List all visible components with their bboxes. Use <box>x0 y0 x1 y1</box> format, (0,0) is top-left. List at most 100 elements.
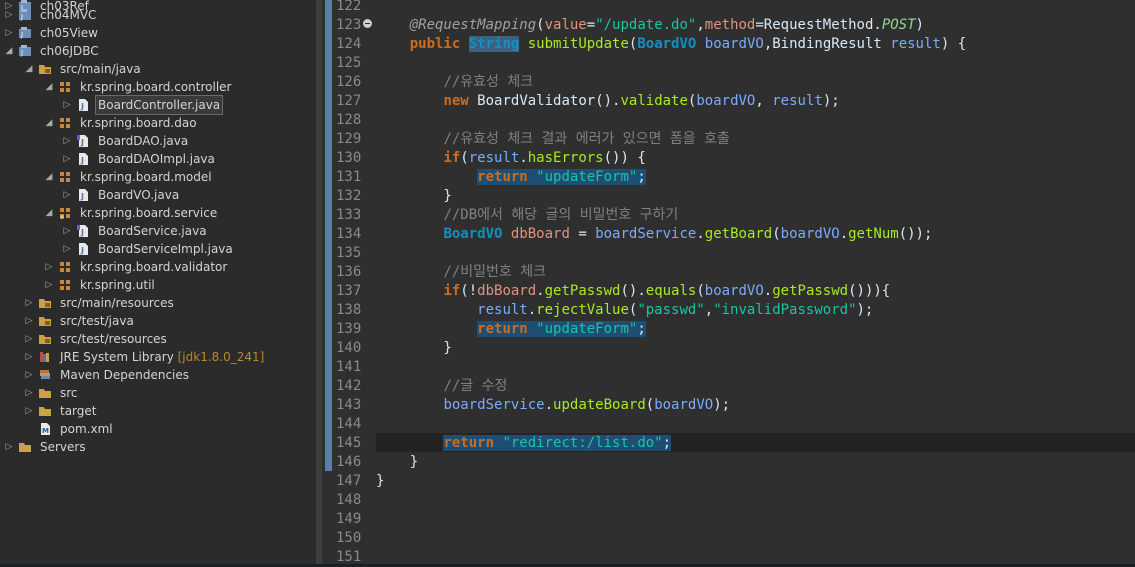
tree-item[interactable]: ◢ kr.spring.board.dao <box>0 114 316 132</box>
source-folder-icon <box>38 332 52 346</box>
collapsed-twistie-icon[interactable]: ▷ <box>62 132 72 150</box>
code-token: } <box>376 340 452 356</box>
collapsed-twistie-icon[interactable]: ▷ <box>24 366 34 384</box>
tree-item[interactable]: ▷ src/main/resources <box>0 294 316 312</box>
collapsed-twistie-icon[interactable]: ▷ <box>24 312 34 330</box>
tree-item-label: kr.spring.board.model <box>80 170 212 184</box>
tree-item[interactable]: ▷ kr.spring.util <box>0 276 316 294</box>
code-token: ())){ <box>848 283 891 299</box>
code-line[interactable]: new BoardValidator().validate(boardVO, r… <box>376 92 839 111</box>
code-line[interactable]: //글 수정 <box>376 377 507 396</box>
collapsed-twistie-icon[interactable]: ▷ <box>62 186 72 204</box>
java-interface-file-icon: J <box>76 134 90 148</box>
code-area[interactable]: @RequestMapping(value="/update.do",metho… <box>376 0 1135 564</box>
java-editor[interactable]: 122 123 124 125 126 127 128 129 130 131 132 133 134 1… <box>322 0 1135 565</box>
collapsed-twistie-icon[interactable]: ▷ <box>62 150 72 168</box>
line-number: 136 <box>336 264 362 280</box>
code-token: boardVO <box>654 397 714 413</box>
tree-item[interactable]: ◢ kr.spring.board.controller <box>0 78 316 96</box>
project-explorer[interactable]: ▷ Jch03Ref ▷ Jch04MVC ▷ Jch05View ◢ Jch06JDBC ◢ s… <box>0 0 316 564</box>
code-line[interactable]: boardService.updateBoard(boardVO); <box>376 396 730 415</box>
collapsed-twistie-icon[interactable]: ▷ <box>24 402 34 420</box>
code-token: , <box>696 17 705 33</box>
code-token: . <box>839 226 849 242</box>
code-line[interactable]: if(!dbBoard.getPasswd().equals(boardVO.g… <box>376 282 890 301</box>
expanded-twistie-icon[interactable]: ◢ <box>44 114 54 132</box>
collapsed-twistie-icon[interactable]: ▷ <box>62 222 72 240</box>
tree-item[interactable]: ▷ Jch04MVC <box>0 6 316 24</box>
code-line[interactable]: public String submitUpdate(BoardVO board… <box>376 35 966 54</box>
expanded-twistie-icon[interactable]: ◢ <box>44 204 54 222</box>
code-token: ; <box>637 169 646 185</box>
code-line[interactable]: //비밀번호 체크 <box>376 263 546 282</box>
collapsed-twistie-icon[interactable]: ▷ <box>62 240 72 258</box>
tree-item[interactable]: ▷ J BoardServiceImpl.java <box>0 240 316 258</box>
tree-item[interactable]: ▷ J BoardController.java <box>0 95 316 115</box>
code-line[interactable]: return "redirect:/list.do"; <box>376 434 672 453</box>
tree-item[interactable]: ▷ Maven Dependencies <box>0 366 316 384</box>
tree-item[interactable]: ◢ Jch06JDBC <box>0 42 316 60</box>
code-line[interactable]: @RequestMapping(value="/update.do",metho… <box>376 16 924 35</box>
tree-item[interactable]: ▷ Jch05View <box>0 24 316 42</box>
tree-item[interactable]: ▷ src <box>0 384 316 402</box>
tree-item[interactable]: ▷ J BoardService.java <box>0 222 316 240</box>
expanded-twistie-icon[interactable]: ◢ <box>24 60 34 78</box>
code-line[interactable]: } <box>376 453 418 472</box>
code-line[interactable]: return "updateForm"; <box>376 168 646 187</box>
tree-item[interactable]: ▷ J BoardDAO.java <box>0 132 316 150</box>
collapsed-twistie-icon[interactable]: ▷ <box>24 384 34 402</box>
collapsed-twistie-icon[interactable]: ▷ <box>62 96 72 114</box>
collapsed-twistie-icon[interactable]: ▷ <box>4 6 14 24</box>
code-line[interactable]: //유효성 체크 <box>376 73 533 92</box>
collapsed-twistie-icon[interactable]: ▷ <box>4 24 14 42</box>
code-line[interactable]: if(result.hasErrors()) { <box>376 149 645 168</box>
code-token: (! <box>460 283 478 299</box>
expanded-twistie-icon[interactable]: ◢ <box>44 168 54 186</box>
expanded-twistie-icon[interactable]: ◢ <box>44 78 54 96</box>
code-token: boardVO <box>704 283 764 299</box>
tree-item[interactable]: Mpom.xml <box>0 420 316 438</box>
line-number: 141 <box>336 359 362 375</box>
collapsed-twistie-icon[interactable]: ▷ <box>4 438 14 456</box>
tree-item[interactable]: ◢ kr.spring.board.model <box>0 168 316 186</box>
code-line[interactable]: BoardVO dbBoard = boardService.getBoard(… <box>376 225 932 244</box>
code-line[interactable]: //유효성 체크 결과 에러가 있으면 폼을 호출 <box>376 130 729 149</box>
tree-item[interactable]: ◢ src/main/java <box>0 60 316 78</box>
collapsed-twistie-icon[interactable]: ▷ <box>44 258 54 276</box>
tree-item[interactable]: ▷ src/test/resources <box>0 330 316 348</box>
collapsed-twistie-icon[interactable]: ▷ <box>44 276 54 294</box>
tree-item[interactable]: ▷ src/test/java <box>0 312 316 330</box>
code-line[interactable]: //DB에서 해당 글의 비밀번호 구하기 <box>376 206 678 225</box>
code-token: getPasswd <box>772 283 849 299</box>
line-number: 139 <box>336 321 362 337</box>
code-line[interactable]: result.rejectValue("passwd","invalidPass… <box>376 301 873 320</box>
code-token: result <box>772 93 823 109</box>
code-line[interactable]: } <box>376 472 384 491</box>
collapsed-twistie-icon[interactable]: ▷ <box>24 348 34 366</box>
fold-collapse-icon[interactable] <box>363 19 372 28</box>
tree-item[interactable]: ▷ Servers <box>0 438 316 456</box>
code-line[interactable]: } <box>376 187 451 206</box>
tree-item[interactable]: ▷ JRE System Library [jdk1.8.0_241] <box>0 348 316 366</box>
package-icon <box>58 278 72 292</box>
collapsed-twistie-icon[interactable]: ▷ <box>24 330 34 348</box>
collapsed-twistie-icon[interactable]: ▷ <box>24 294 34 312</box>
tree-item-label: pom.xml <box>60 422 113 436</box>
code-line[interactable]: return "updateForm"; <box>376 320 646 339</box>
tree-item[interactable]: ▷ J BoardDAOImpl.java <box>0 150 316 168</box>
tree-item[interactable]: ▷ J BoardVO.java <box>0 186 316 204</box>
tree-item[interactable]: ◢ kr.spring.board.service <box>0 204 316 222</box>
library-icon <box>38 350 52 364</box>
svg-text:J: J <box>80 138 84 147</box>
tree-item-label: kr.spring.board.validator <box>80 260 228 274</box>
tree-item[interactable]: ▷ kr.spring.board.validator <box>0 258 316 276</box>
code-line[interactable]: } <box>376 339 452 358</box>
expanded-twistie-icon[interactable]: ◢ <box>4 42 14 60</box>
code-token: . <box>763 283 773 299</box>
tree-item[interactable]: ▷ target <box>0 402 316 420</box>
